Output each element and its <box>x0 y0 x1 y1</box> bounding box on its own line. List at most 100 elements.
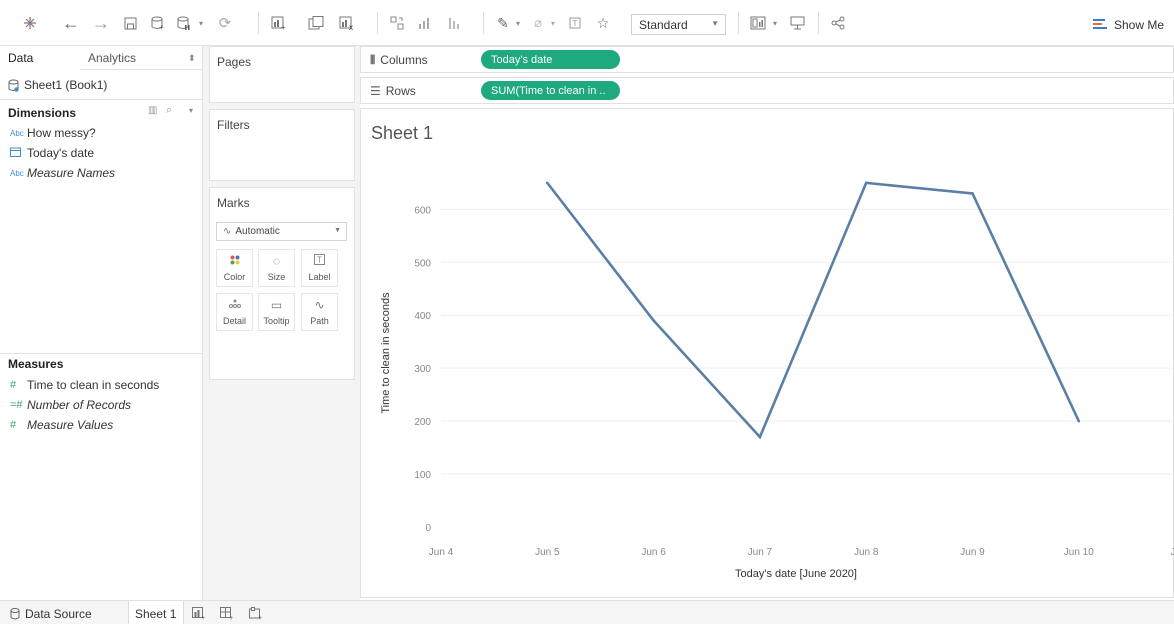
sort-asc-icon[interactable] <box>415 12 433 34</box>
mark-type-select[interactable]: ∿ Automatic ▼ <box>216 222 347 241</box>
logo-icon[interactable] <box>22 12 38 34</box>
size-button[interactable]: ◌ Size <box>258 249 295 287</box>
data-source-item[interactable]: Sheet1 (Book1) <box>8 78 107 92</box>
measure-field[interactable]: =# Number of Records <box>10 398 131 412</box>
show-me-label: Show Me <box>1114 18 1165 32</box>
label-button[interactable]: T Label <box>301 249 338 287</box>
tab-analytics[interactable]: Analytics <box>88 51 136 65</box>
rows-label-text: Rows <box>385 84 416 98</box>
pane-menu-icon[interactable]: ⬍ <box>188 53 196 64</box>
search-icon[interactable]: ⌕ <box>166 104 172 117</box>
toolbar-divider <box>258 12 259 34</box>
number-type-icon: # <box>10 379 17 391</box>
dropdown-caret-icon[interactable]: ▾ <box>513 12 523 34</box>
dropdown-caret-icon[interactable]: ▾ <box>770 12 780 34</box>
path-button[interactable]: ∿ Path <box>301 293 338 331</box>
show-cards-icon[interactable] <box>748 12 768 34</box>
toolbar: ← → + ▾ ⟳ + x ✎ ▾ ⌀ ▾ T ☆ Standard ▼ ▾ Sh… <box>0 0 1174 46</box>
tab-sheet-1[interactable]: Sheet 1 <box>135 607 176 621</box>
field-label: Measure Values <box>27 418 114 432</box>
refresh-icon[interactable]: ⟳ <box>216 12 234 34</box>
y-tick-label: 600 <box>414 205 431 216</box>
new-worksheet-icon[interactable]: + <box>192 607 206 620</box>
rows-shelf-label: ☰ Rows <box>370 84 416 98</box>
clear-sheet-icon[interactable]: x <box>337 12 357 34</box>
measure-field[interactable]: # Time to clean in seconds <box>10 378 159 392</box>
chevron-down-icon[interactable]: ▾ <box>189 106 193 115</box>
pause-updates-icon[interactable] <box>175 12 193 34</box>
detail-icon <box>217 298 252 312</box>
line-chart[interactable]: 0 100 200 300 400 500 600 Jun 4 Jun 5 Jun 6 Jun 7 J… <box>361 109 1174 599</box>
filters-card[interactable]: Filters <box>209 109 355 181</box>
svg-text:x: x <box>349 23 353 30</box>
color-button[interactable]: Color <box>216 249 253 287</box>
pin-icon[interactable]: ☆ <box>594 12 612 34</box>
swap-icon[interactable] <box>388 12 406 34</box>
pages-card[interactable]: Pages <box>209 46 355 103</box>
x-tick-label: Jun 9 <box>960 547 985 558</box>
data-pane-tabs: Data Analytics ⬍ <box>0 46 203 70</box>
field-label: Today's date <box>27 146 95 160</box>
forward-icon[interactable]: → <box>92 12 110 34</box>
back-icon[interactable]: ← <box>62 12 80 34</box>
data-point <box>971 192 974 195</box>
tab-data[interactable]: Data <box>8 51 33 65</box>
new-dashboard-icon[interactable]: + <box>220 607 234 620</box>
dropdown-caret-icon[interactable]: ▾ <box>548 12 558 34</box>
x-tick-label: Jun 7 <box>748 547 773 558</box>
pages-card-title: Pages <box>217 55 252 69</box>
columns-icon: ⦀ <box>370 53 376 67</box>
toolbar-divider <box>377 12 378 34</box>
mark-type-value: Automatic <box>235 226 280 237</box>
x-axis-title: Today's date [June 2020] <box>735 568 857 580</box>
label-label: Label <box>308 272 331 282</box>
save-icon[interactable] <box>122 12 138 34</box>
data-pane: Data Analytics ⬍ Sheet1 (Book1) Dimensio… <box>0 46 203 600</box>
sort-desc-icon[interactable] <box>445 12 463 34</box>
new-datasource-icon[interactable]: + <box>149 12 167 34</box>
duplicate-sheet-icon[interactable] <box>306 12 326 34</box>
marks-card-title: Marks <box>217 196 250 210</box>
x-tick-label: Jun 6 <box>641 547 666 558</box>
highlight-icon[interactable]: ✎ <box>494 12 512 34</box>
dimension-field[interactable]: Abc Measure Names <box>10 166 115 180</box>
group-icon[interactable]: ⌀ <box>529 12 547 34</box>
chevron-down-icon: ▼ <box>711 19 719 28</box>
fit-select[interactable]: Standard ▼ <box>631 14 726 35</box>
y-tick-label: 500 <box>414 258 431 269</box>
color-icon <box>217 254 252 268</box>
svg-text:+: + <box>258 615 262 620</box>
measure-field[interactable]: # Measure Values <box>10 418 113 432</box>
view-toggle-icon[interactable]: ▥ <box>148 105 157 116</box>
tab-data-source[interactable]: Data Source <box>10 607 92 621</box>
tab-sheet-label: Sheet 1 <box>135 607 177 621</box>
columns-shelf[interactable]: ⦀ Columns Today's date <box>360 46 1174 73</box>
tooltip-icon: ▭ <box>270 298 283 312</box>
presentation-icon[interactable] <box>788 12 806 34</box>
dimension-field[interactable]: Today's date <box>10 146 94 160</box>
new-sheet-icon[interactable]: + <box>268 12 288 34</box>
toolbar-divider <box>818 12 819 34</box>
share-icon[interactable] <box>829 12 847 34</box>
columns-pill[interactable]: Today's date <box>481 50 620 69</box>
line-mark-icon: ∿ <box>223 226 232 237</box>
columns-label-text: Columns <box>380 53 428 67</box>
dimensions-header: Dimensions <box>8 106 77 120</box>
tooltip-label: Tooltip <box>263 316 290 326</box>
data-point <box>864 181 868 185</box>
toolbar-divider <box>738 12 739 34</box>
show-me-button[interactable]: Show Me <box>1093 15 1164 35</box>
new-story-icon[interactable]: + <box>249 607 263 620</box>
rows-pill[interactable]: SUM(Time to clean in .. <box>481 81 620 100</box>
dimension-field[interactable]: Abc How messy? <box>10 126 96 140</box>
field-label: Time to clean in seconds <box>27 378 160 392</box>
detail-button[interactable]: Detail <box>216 293 253 331</box>
svg-text:T: T <box>317 256 322 265</box>
dropdown-caret-icon[interactable]: ▾ <box>196 12 206 34</box>
detail-label: Detail <box>222 316 246 326</box>
data-point <box>1077 419 1081 423</box>
rows-shelf[interactable]: ☰ Rows SUM(Time to clean in .. <box>360 77 1174 104</box>
label-icon[interactable]: T <box>566 12 584 34</box>
tooltip-button[interactable]: ▭ Tooltip <box>258 293 295 331</box>
cards-column: Pages Filters Marks ∿ Automatic ▼ Color … <box>203 46 360 600</box>
